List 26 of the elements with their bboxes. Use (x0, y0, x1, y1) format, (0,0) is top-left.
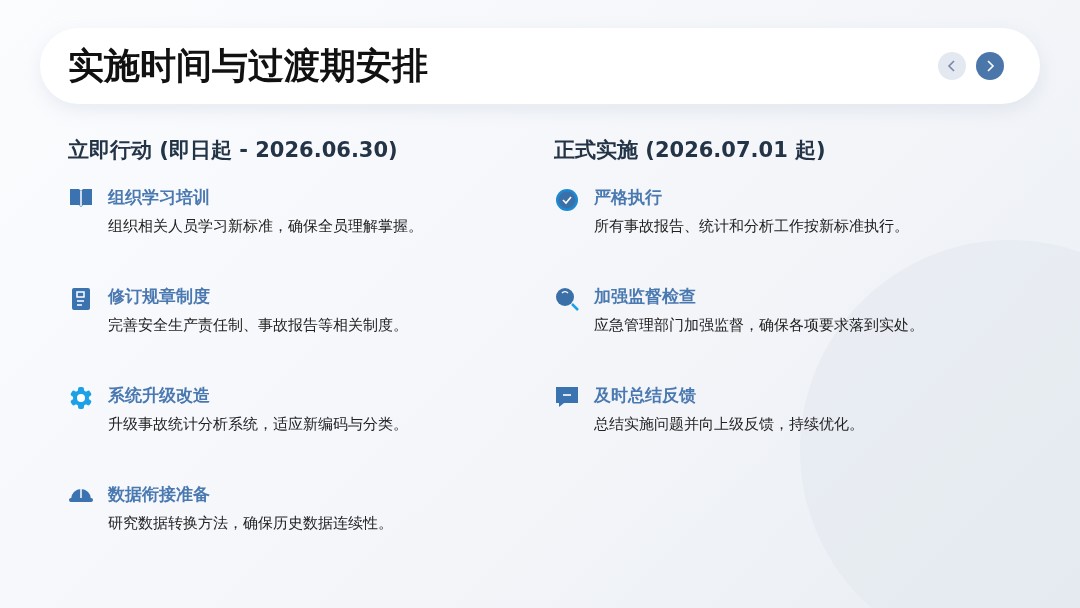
chevron-right-icon (985, 60, 995, 72)
section-heading: 正式实施 (2026.07.01 起) (554, 137, 827, 164)
book-icon (69, 188, 93, 208)
item-title: 数据衔接准备 (108, 483, 211, 506)
item-description: 总结实施问题并向上级反馈，持续优化。 (594, 415, 864, 434)
chevron-left-icon (947, 60, 957, 72)
document-icon (71, 287, 91, 311)
chat-icon (555, 386, 579, 408)
check-circle-icon (555, 188, 579, 212)
item-title: 及时总结反馈 (594, 384, 697, 407)
item-description: 应急管理部门加强监督，确保各项要求落到实处。 (594, 316, 924, 335)
section-heading: 立即行动 (即日起 - 2026.06.30) (68, 137, 399, 164)
gear-icon (69, 386, 93, 410)
item-description: 升级事故统计分析系统，适应新编码与分类。 (108, 415, 408, 434)
item-title: 修订规章制度 (108, 285, 211, 308)
item-title: 组织学习培训 (108, 186, 211, 209)
item-title: 加强监督检查 (594, 285, 697, 308)
item-description: 所有事故报告、统计和分析工作按新标准执行。 (594, 217, 909, 236)
item-description: 研究数据转换方法，确保历史数据连续性。 (108, 514, 393, 533)
item-title: 严格执行 (594, 186, 663, 209)
slide-title: 实施时间与过渡期安排 (68, 43, 428, 88)
next-button[interactable] (976, 52, 1004, 80)
item-description: 组织相关人员学习新标准，确保全员理解掌握。 (108, 217, 423, 236)
item-description: 完善安全生产责任制、事故报告等相关制度。 (108, 316, 408, 335)
item-title: 系统升级改造 (108, 384, 211, 407)
search-icon (555, 287, 579, 311)
